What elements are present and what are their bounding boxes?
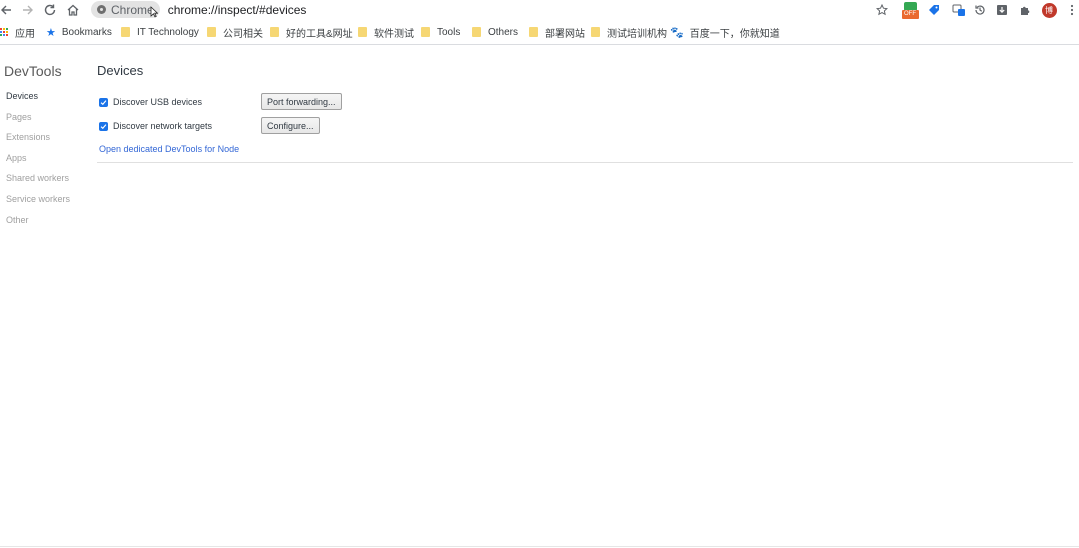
- port-forwarding-button[interactable]: Port forwarding...: [261, 93, 342, 110]
- discover-usb-checkbox[interactable]: [99, 97, 108, 107]
- folder-icon: [472, 27, 481, 37]
- bookmark-folder-software-testing[interactable]: 软件测试: [358, 22, 414, 42]
- extension-off-icon[interactable]: OFF: [901, 1, 919, 19]
- folder-icon: [121, 27, 130, 37]
- reload-icon[interactable]: [41, 1, 59, 19]
- sidebar-title: DevTools: [4, 63, 62, 79]
- chrome-logo-icon: [97, 5, 106, 14]
- bookmark-folder-others[interactable]: Others: [472, 22, 518, 42]
- forward-arrow-icon[interactable]: [19, 1, 37, 19]
- sidebar-item-extensions[interactable]: Extensions: [6, 131, 70, 152]
- bookmark-bookmarks[interactable]: ★ Bookmarks: [46, 22, 112, 42]
- toolbar-divider: [0, 44, 1079, 45]
- folder-icon: [529, 27, 538, 37]
- checkmark-icon: [100, 123, 107, 129]
- folder-icon: [358, 27, 367, 37]
- download-icon[interactable]: [994, 1, 1010, 19]
- bookmark-star-icon[interactable]: [874, 1, 890, 19]
- baidu-paw-icon: 🐾: [670, 26, 684, 39]
- history-icon[interactable]: [972, 1, 988, 19]
- apps-grid-icon: [0, 27, 9, 37]
- section-divider: [97, 162, 1073, 163]
- extensions-puzzle-icon[interactable]: [1017, 1, 1033, 19]
- sidebar-item-pages[interactable]: Pages: [6, 111, 70, 132]
- bookmark-apps[interactable]: 应用: [0, 22, 35, 42]
- bookmark-folder-it-technology[interactable]: IT Technology: [121, 22, 199, 42]
- configure-button[interactable]: Configure...: [261, 117, 320, 134]
- bookmark-folder-tools-sites[interactable]: 好的工具&网址: [270, 22, 353, 42]
- discover-network-checkbox[interactable]: [99, 121, 108, 131]
- tag-extension-icon[interactable]: [926, 1, 942, 19]
- folder-icon: [270, 27, 279, 37]
- discover-usb-label: Discover USB devices: [113, 97, 203, 107]
- back-arrow-icon[interactable]: [0, 1, 15, 19]
- translate-extension-icon[interactable]: [951, 1, 967, 19]
- folder-icon: [207, 27, 216, 37]
- page-title: Devices: [97, 63, 144, 78]
- sidebar-item-apps[interactable]: Apps: [6, 152, 70, 173]
- bookmark-baidu[interactable]: 🐾 百度一下，你就知道: [670, 22, 780, 42]
- chip-label: Chrome: [111, 2, 154, 17]
- bookmark-folder-deploy-sites[interactable]: 部署网站: [529, 22, 585, 42]
- open-node-devtools-link[interactable]: Open dedicated DevTools for Node: [99, 144, 239, 154]
- mouse-cursor-icon: [150, 6, 158, 18]
- discover-usb-row: Discover USB devices: [99, 97, 202, 107]
- url-text[interactable]: chrome://inspect/#devices: [168, 3, 307, 17]
- sidebar-item-shared-workers[interactable]: Shared workers: [6, 172, 70, 193]
- bookmark-folder-company[interactable]: 公司相关: [207, 22, 263, 42]
- browser-toolbar: Chrome chrome://inspect/#devices OFF 博: [0, 0, 1079, 20]
- bookmark-folder-tools[interactable]: Tools: [421, 22, 460, 42]
- discover-network-row: Discover network targets: [99, 121, 212, 131]
- extension-badge: OFF: [901, 9, 919, 19]
- sidebar-item-devices[interactable]: Devices: [6, 90, 70, 111]
- omnibox[interactable]: Chrome chrome://inspect/#devices: [91, 1, 306, 18]
- folder-icon: [591, 27, 600, 37]
- window-bottom-border: [0, 546, 1079, 547]
- folder-icon: [421, 27, 430, 37]
- home-icon[interactable]: [64, 1, 82, 19]
- kebab-menu-icon[interactable]: [1067, 1, 1077, 19]
- avatar[interactable]: 博: [1041, 1, 1057, 19]
- sidebar-nav: Devices Pages Extensions Apps Shared wor…: [6, 90, 70, 234]
- sidebar-item-service-workers[interactable]: Service workers: [6, 193, 70, 214]
- bookmarks-bar: 应用 ★ Bookmarks IT Technology 公司相关 好的工具&网…: [0, 22, 1079, 42]
- bookmark-folder-training[interactable]: 测试培训机构: [591, 22, 667, 42]
- star-icon: ★: [46, 26, 56, 39]
- discover-network-label: Discover network targets: [113, 121, 213, 131]
- sidebar-item-other[interactable]: Other: [6, 214, 70, 235]
- checkmark-icon: [100, 99, 107, 105]
